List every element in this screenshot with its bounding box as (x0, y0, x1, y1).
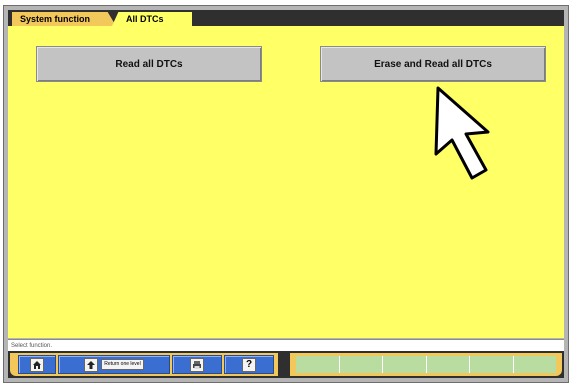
status-bar: Select function. (8, 339, 564, 351)
function-key-slot[interactable] (514, 356, 557, 373)
function-key-slot[interactable] (470, 356, 514, 373)
tab-system-function[interactable]: System function (12, 12, 116, 26)
breadcrumb: System function All DTCs (8, 10, 564, 26)
help-button[interactable]: ? (224, 355, 274, 374)
return-one-level-button[interactable]: Return one level (58, 355, 170, 374)
help-icon: ? (242, 357, 256, 372)
read-all-dtcs-button[interactable]: Read all DTCs (36, 46, 262, 82)
pointer-arrow-icon (434, 86, 490, 180)
function-key-strip (296, 356, 556, 373)
return-one-level-label: Return one level (101, 359, 144, 370)
function-key-slot[interactable] (383, 356, 427, 373)
print-icon (190, 357, 204, 372)
app-window: System function All DTCs Read all DTCs E… (3, 5, 569, 383)
return-arrow-icon (84, 357, 99, 372)
bottom-toolbar: Return one level ? (8, 351, 564, 378)
function-key-slot[interactable] (427, 356, 470, 373)
main-panel: Read all DTCs Erase and Read all DTCs (8, 26, 564, 338)
toolbar-left-group: Return one level ? (10, 353, 278, 376)
print-button[interactable] (172, 355, 222, 374)
toolbar-right-group (290, 353, 562, 376)
home-icon (30, 357, 44, 372)
function-key-slot[interactable] (340, 356, 383, 373)
home-button[interactable] (18, 355, 56, 374)
function-key-slot[interactable] (296, 356, 340, 373)
erase-and-read-all-dtcs-button[interactable]: Erase and Read all DTCs (320, 46, 546, 82)
status-text: Select function. (11, 343, 53, 349)
tab-all-dtcs[interactable]: All DTCs (112, 12, 192, 26)
